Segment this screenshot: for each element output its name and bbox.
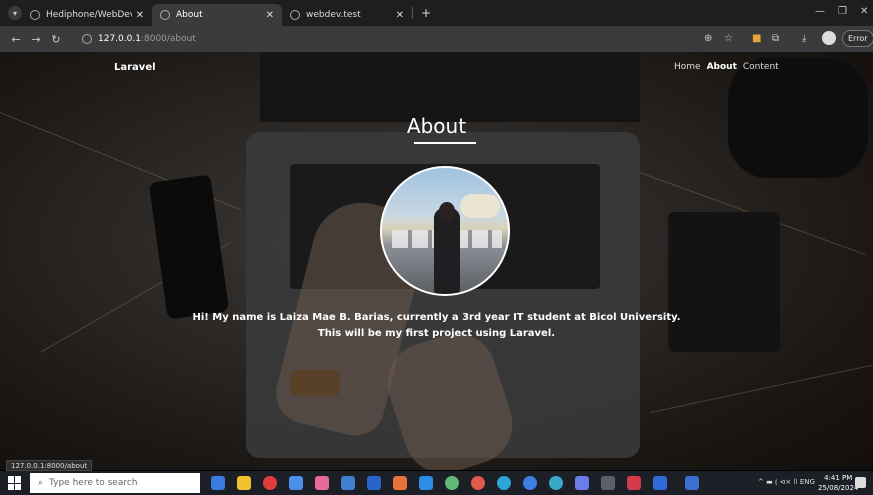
- background-phone: [148, 174, 230, 320]
- status-bar-url: 127.0.0.1:8000/about: [6, 460, 93, 471]
- extensions-puzzle-icon[interactable]: ⧉: [772, 33, 779, 44]
- tab-webdev-test[interactable]: webdev.test ✕: [282, 4, 412, 26]
- word-icon[interactable]: [367, 476, 381, 490]
- new-tab-button[interactable]: +: [421, 6, 431, 20]
- close-icon[interactable]: ✕: [266, 10, 274, 21]
- tab-divider: [412, 7, 413, 19]
- taskbar-clock[interactable]: 4:41 PM 25/08/2024: [818, 473, 858, 493]
- tab-search-icon[interactable]: ▾: [8, 6, 22, 20]
- minimize-icon[interactable]: —: [815, 6, 825, 17]
- photo-cloud: [460, 194, 500, 218]
- taskbar-app-icon[interactable]: [685, 476, 699, 490]
- chrome-icon[interactable]: [523, 476, 537, 490]
- taskbar-app-icon[interactable]: [341, 476, 355, 490]
- github-icon: [30, 10, 40, 20]
- taskbar-app-icon[interactable]: [653, 476, 667, 490]
- web-page: Laravel Home About Content About Hi! My …: [0, 52, 873, 470]
- taskbar-app-icon[interactable]: [263, 476, 277, 490]
- file-explorer-icon[interactable]: [237, 476, 251, 490]
- system-tray[interactable]: ^ ▬ ⦅ ⊲× ⌷ ENG: [758, 478, 815, 487]
- taskbar-app-icon[interactable]: [315, 476, 329, 490]
- windows-taskbar: ⌕ Type here to search ^ ▬ ⦅ ⊲× ⌷ ENG 4:4…: [0, 471, 873, 495]
- tab-about[interactable]: About ✕: [152, 4, 282, 26]
- download-icon[interactable]: ⤓: [802, 33, 806, 44]
- screen: ▾ Hediphone/WebDev ✕ About ✕ webdev.test…: [0, 0, 873, 495]
- bio-line: Hi! My name is Laiza Mae B. Barias, curr…: [192, 312, 681, 323]
- globe-icon: [290, 10, 300, 20]
- clock-date: 25/08/2024: [818, 484, 859, 492]
- forward-arrow-icon[interactable]: →: [26, 33, 46, 46]
- taskbar-app-icon[interactable]: [627, 476, 641, 490]
- site-brand-link[interactable]: Laravel: [114, 62, 156, 73]
- clock-time: 4:41 PM: [824, 474, 853, 482]
- browser-toolbar: ← → ↻ 127.0.0.1 :8000/about ⊕ ☆ ■ ⧉ ⤓ Er…: [0, 26, 873, 52]
- back-arrow-icon[interactable]: ←: [6, 33, 26, 46]
- taskbar-app-icon[interactable]: [549, 476, 563, 490]
- nav-link-content[interactable]: Content: [743, 62, 779, 72]
- taskbar-app-icon[interactable]: [289, 476, 303, 490]
- page-title: About: [406, 114, 467, 138]
- taskbar-search-box[interactable]: ⌕ Type here to search: [30, 473, 200, 493]
- error-button[interactable]: Error: [842, 30, 873, 47]
- taskbar-app-icon[interactable]: [445, 476, 459, 490]
- notifications-icon[interactable]: [855, 477, 866, 488]
- browser-tab-bar: ▾ Hediphone/WebDev ✕ About ✕ webdev.test…: [0, 0, 873, 26]
- tab-label: Hediphone/WebDev: [46, 10, 132, 20]
- site-info-icon[interactable]: [82, 34, 92, 44]
- edge-icon[interactable]: [497, 476, 511, 490]
- bookmark-star-icon[interactable]: ☆: [724, 33, 733, 44]
- bio-text: Hi! My name is Laiza Mae B. Barias, curr…: [0, 310, 873, 342]
- reload-icon[interactable]: ↻: [46, 33, 66, 46]
- background-decor: [650, 364, 873, 413]
- profile-photo: [380, 166, 510, 296]
- profile-avatar-icon[interactable]: [822, 31, 836, 45]
- tab-hediphone-webdev[interactable]: Hediphone/WebDev ✕: [22, 4, 152, 26]
- photo-person: [434, 208, 460, 294]
- taskbar-app-icon[interactable]: [601, 476, 615, 490]
- search-icon: ⌕: [38, 478, 44, 488]
- site-nav: Home About Content: [674, 62, 779, 72]
- url-host: 127.0.0.1: [98, 34, 141, 44]
- extension-icon[interactable]: ■: [752, 33, 761, 44]
- bio-line: This will be my first project using Lara…: [317, 328, 556, 339]
- taskbar-search-placeholder: Type here to search: [49, 478, 138, 488]
- maximize-icon[interactable]: ❐: [838, 6, 847, 17]
- windows-start-icon[interactable]: [8, 476, 22, 490]
- url-path: :8000/about: [140, 34, 196, 44]
- photo-person-head: [439, 202, 455, 220]
- nav-link-about[interactable]: About: [707, 62, 737, 72]
- taskbar-app-icon[interactable]: [393, 476, 407, 490]
- tab-label: About: [176, 10, 203, 20]
- taskbar-app-icon[interactable]: [211, 476, 225, 490]
- globe-icon: [160, 10, 170, 20]
- title-underline: [414, 142, 476, 144]
- taskbar-app-icon[interactable]: [575, 476, 589, 490]
- close-icon[interactable]: ✕: [396, 10, 404, 21]
- background-laptop-screen: [260, 52, 640, 122]
- zoom-icon[interactable]: ⊕: [704, 33, 712, 44]
- nav-link-home[interactable]: Home: [674, 62, 701, 72]
- background-watch: [290, 370, 340, 396]
- vscode-icon[interactable]: [419, 476, 433, 490]
- close-icon[interactable]: ✕: [136, 10, 144, 21]
- window-close-icon[interactable]: ✕: [860, 6, 868, 17]
- chrome-icon[interactable]: [471, 476, 485, 490]
- address-bar[interactable]: 127.0.0.1 :8000/about: [82, 29, 722, 49]
- tab-label: webdev.test: [306, 10, 361, 20]
